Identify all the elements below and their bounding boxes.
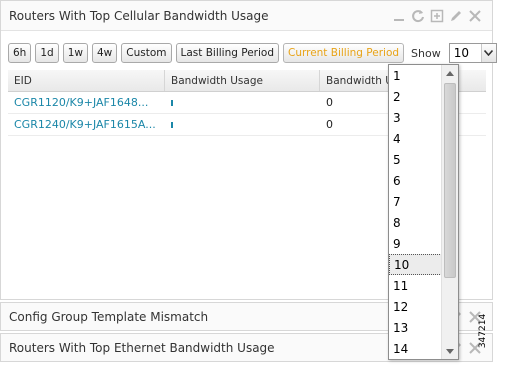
dropdown-option[interactable]: 3: [389, 107, 442, 128]
range-4w-button[interactable]: 4w: [91, 43, 118, 63]
usage-bar: [171, 121, 173, 128]
dropdown-option[interactable]: 13: [389, 317, 442, 338]
current-billing-period-button[interactable]: Current Billing Period: [282, 43, 405, 63]
scrollbar-thumb[interactable]: [444, 83, 456, 278]
show-count-value: 10: [453, 46, 469, 60]
figure-id: 347214: [478, 300, 504, 366]
range-6h-button[interactable]: 6h: [8, 43, 32, 63]
refresh-icon[interactable]: [411, 9, 425, 23]
range-1w-button[interactable]: 1w: [62, 43, 88, 63]
dashlet-header: Routers With Top Cellular Bandwidth Usag…: [1, 1, 492, 31]
eid-cell: CGR1120/K9+JAF1648...: [8, 92, 165, 113]
dropdown-option[interactable]: 4: [389, 128, 442, 149]
dashlet-title: Routers With Top Ethernet Bandwidth Usag…: [9, 340, 275, 355]
range-1d-button[interactable]: 1d: [35, 43, 59, 63]
show-count-select[interactable]: 10: [448, 43, 497, 63]
eid-link[interactable]: CGR1240/K9+JAF1615A...: [14, 118, 156, 131]
time-range-toolbar: 6h 1d 1w 4w Custom Last Billing Period C…: [8, 43, 497, 63]
dropdown-option[interactable]: 11: [389, 275, 442, 296]
usage-bar-cell: [165, 92, 320, 113]
column-header-bandwidth-usage[interactable]: Bandwidth Usage: [165, 70, 320, 91]
dropdown-option[interactable]: 6: [389, 170, 442, 191]
edit-icon[interactable]: [449, 9, 463, 23]
dashlet-title: Config Group Template Mismatch: [9, 309, 209, 324]
range-custom-button[interactable]: Custom: [121, 43, 172, 63]
usage-bar: [171, 99, 173, 106]
last-billing-period-button[interactable]: Last Billing Period: [175, 43, 279, 63]
dropdown-scrollbar[interactable]: [441, 65, 458, 359]
dropdown-option[interactable]: 5: [389, 149, 442, 170]
scroll-up-arrow-icon[interactable]: [442, 65, 458, 81]
dropdown-option[interactable]: 7: [389, 191, 442, 212]
dropdown-option[interactable]: 10: [389, 254, 442, 275]
usage-bar-cell: [165, 114, 320, 135]
dropdown-option[interactable]: 14: [389, 338, 442, 359]
eid-cell: CGR1240/K9+JAF1615A...: [8, 114, 165, 135]
maximize-icon[interactable]: [430, 9, 444, 23]
dropdown-options: 1 2 3 4 5 6 7 8 9 10 11 12 13 14: [389, 65, 442, 359]
scroll-down-arrow-icon[interactable]: [442, 343, 458, 359]
show-label: Show: [411, 46, 441, 60]
minimize-icon[interactable]: [392, 9, 406, 23]
dashlet-title: Routers With Top Cellular Bandwidth Usag…: [9, 8, 269, 23]
figure-id-text: 347214: [478, 313, 489, 349]
dropdown-option[interactable]: 1: [389, 65, 442, 86]
show-count-dropdown[interactable]: 1 2 3 4 5 6 7 8 9 10 11 12 13 14: [388, 64, 459, 360]
eid-link[interactable]: CGR1120/K9+JAF1648...: [14, 96, 148, 109]
close-icon[interactable]: [468, 9, 482, 23]
usage-value: 0: [326, 118, 333, 131]
chevron-down-icon[interactable]: [480, 44, 496, 62]
dropdown-option[interactable]: 9: [389, 233, 442, 254]
dropdown-option[interactable]: 8: [389, 212, 442, 233]
dropdown-option[interactable]: 2: [389, 86, 442, 107]
dropdown-option[interactable]: 12: [389, 296, 442, 317]
usage-value: 0: [326, 96, 333, 109]
column-header-eid[interactable]: EID: [8, 70, 165, 91]
